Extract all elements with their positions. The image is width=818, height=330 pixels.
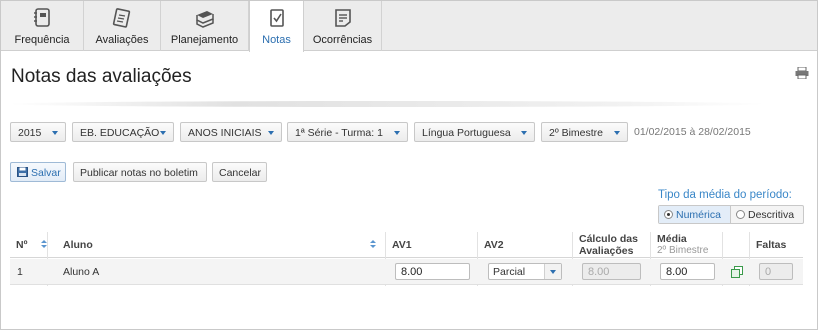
radio-descritiva[interactable]: Descritiva (732, 206, 804, 223)
header-absences: Faltas (756, 239, 787, 251)
subject-select-value: Língua Portuguesa (422, 127, 511, 139)
year-select-value: 2015 (18, 127, 42, 139)
level-select-value: EB. EDUCAÇÃO (80, 127, 160, 139)
av1-input[interactable]: 8.00 (395, 263, 470, 280)
header-num[interactable]: Nº (16, 239, 27, 251)
tab-bar: Frequência Avaliações Planejamento Notas (1, 1, 817, 52)
sort-icon[interactable] (370, 240, 377, 249)
radio-numerica[interactable]: Numérica (659, 206, 731, 223)
grade-sheet-icon (269, 9, 284, 27)
tab-label: Notas (262, 34, 291, 46)
tab-planejamento[interactable]: Planejamento (161, 1, 249, 51)
average-type-label: Tipo da média do período: (658, 189, 792, 201)
tab-notas[interactable]: Notas (249, 1, 304, 52)
radio-selected-icon (664, 210, 673, 219)
chevron-down-icon (544, 264, 561, 279)
chevron-down-icon (160, 131, 166, 135)
chevron-down-icon (614, 131, 620, 135)
av2-select[interactable]: Parcial (488, 263, 562, 280)
average-input[interactable]: 8.00 (660, 263, 715, 280)
header-calc-line2: Avaliações (579, 245, 634, 257)
stage-select[interactable]: ANOS INICIAIS (180, 122, 282, 142)
stage-select-value: ANOS INICIAIS (188, 127, 262, 139)
level-select[interactable]: EB. EDUCAÇÃO (72, 122, 174, 142)
title-divider (8, 101, 768, 107)
frequency-book-icon (34, 8, 50, 27)
save-button[interactable]: Salvar (10, 162, 66, 182)
tab-label: Planejamento (170, 34, 239, 46)
tab-label: Frequência (14, 34, 70, 46)
tab-ocorrencias[interactable]: Ocorrências (304, 1, 382, 51)
period-range: 01/02/2015 à 28/02/2015 (634, 126, 751, 138)
chevron-down-icon (394, 131, 400, 135)
chevron-down-icon (52, 131, 58, 135)
radio-label: Numérica (676, 209, 721, 221)
header-average: Média 2º Bimestre (657, 233, 708, 257)
row-num: 1 (17, 266, 23, 278)
table-header: Nº Aluno AV1 AV2 Cálculo das Avaliações … (10, 231, 803, 258)
header-av1: AV1 (392, 239, 412, 251)
publish-button[interactable]: Publicar notas no boletim (73, 162, 207, 182)
save-button-label: Salvar (31, 167, 61, 179)
tab-label: Avaliações (95, 34, 149, 46)
subject-select[interactable]: Língua Portuguesa (414, 122, 535, 142)
chevron-down-icon (268, 131, 274, 135)
floppy-disk-icon (17, 167, 28, 177)
header-average-label: Média (657, 233, 687, 245)
term-select-value: 2º Bimestre (549, 127, 604, 139)
av2-select-value: Parcial (493, 266, 526, 278)
term-select[interactable]: 2º Bimestre (541, 122, 628, 142)
printer-icon[interactable] (795, 67, 809, 79)
class-select[interactable]: 1ª Série - Turma: 1 (287, 122, 408, 142)
assessment-icon (112, 8, 131, 28)
header-av2: AV2 (484, 239, 504, 251)
tab-avaliacoes[interactable]: Avaliações (84, 1, 161, 51)
average-type-toggle: Numérica Descritiva (658, 205, 804, 224)
table-row: 1 Aluno A 8.00 Parcial 8.00 8.00 0 (10, 259, 803, 285)
tab-frequencia[interactable]: Frequência (1, 1, 84, 51)
absences-field: 0 (759, 263, 793, 280)
copy-icon[interactable] (731, 266, 743, 278)
radio-label: Descritiva (748, 209, 795, 221)
cancel-button-label: Cancelar (219, 167, 262, 179)
header-calc: Cálculo das Avaliações (579, 233, 638, 257)
calc-field: 8.00 (582, 263, 641, 280)
row-student: Aluno A (63, 266, 100, 278)
header-calc-line1: Cálculo das (579, 233, 638, 245)
header-student[interactable]: Aluno (63, 239, 93, 251)
publish-button-label: Publicar notas no boletim (80, 167, 198, 179)
page-title: Notas das avaliações (11, 66, 192, 87)
occurrence-note-icon (334, 9, 351, 27)
chevron-down-icon (521, 131, 527, 135)
tab-label: Ocorrências (312, 34, 373, 46)
cancel-button[interactable]: Cancelar (212, 162, 267, 182)
header-average-term: 2º Bimestre (657, 245, 709, 256)
radio-unselected-icon (736, 210, 745, 219)
class-select-value: 1ª Série - Turma: 1 (295, 127, 383, 139)
year-select[interactable]: 2015 (10, 122, 66, 142)
books-stack-icon (195, 11, 214, 28)
